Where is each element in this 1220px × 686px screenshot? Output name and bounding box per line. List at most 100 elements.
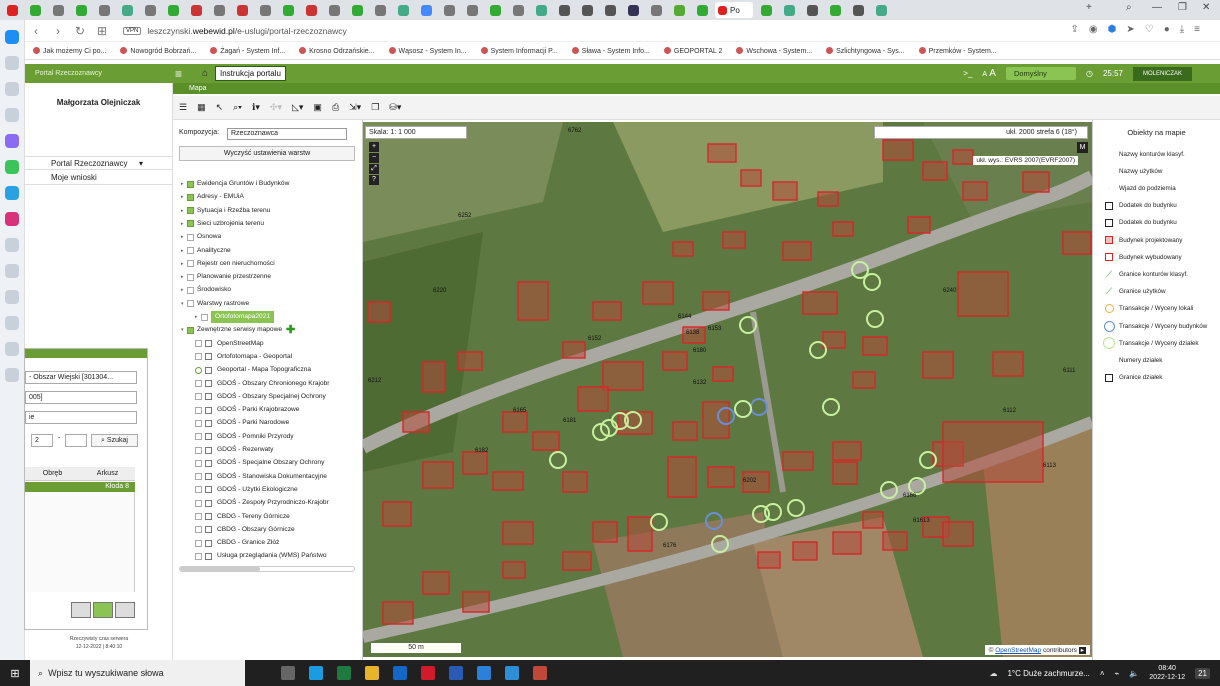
layer-visible-checkbox[interactable] <box>195 513 202 520</box>
menu-portal[interactable]: Portal Rzeczoznawcy ▾ <box>25 156 173 170</box>
print-icon[interactable]: ⎙ <box>332 102 339 113</box>
clear-layers-button[interactable]: Wyczyść ustawienia warstw <box>179 146 355 161</box>
layer-checkbox[interactable] <box>187 207 194 215</box>
layer-visible-checkbox[interactable] <box>195 486 202 494</box>
building[interactable] <box>617 411 653 435</box>
tab-globe-icon[interactable] <box>255 2 275 18</box>
new-tab-icon[interactable]: + <box>1086 2 1092 13</box>
back-icon[interactable]: ‹ <box>25 24 47 38</box>
layer-row-24[interactable]: GDOŚ - Zespoły Przyrodniczo-Krajobr <box>195 497 329 509</box>
bookmark-9[interactable]: Szlichtyngowa - Sys... <box>826 47 904 55</box>
tab-map-icon[interactable] <box>779 2 799 18</box>
opera-tab-icon[interactable] <box>2 2 22 18</box>
layer-checkbox[interactable] <box>205 499 212 507</box>
layer-visible-checkbox[interactable] <box>195 552 202 560</box>
layer-row-8[interactable]: ▸ Środowisko <box>181 284 231 296</box>
orthophoto-map[interactable]: 6762 6252 6220 6138 6153 6152 6144 6212 6132 6202… <box>363 122 1092 657</box>
col-arkusz[interactable]: Arkusz <box>80 467 135 480</box>
layer-checkbox[interactable] <box>205 393 212 401</box>
layer-checkbox[interactable] <box>205 419 212 427</box>
layer-checkbox[interactable] <box>187 247 194 254</box>
layer-row-12[interactable]: OpenStreetMap <box>195 338 264 350</box>
tab-map-icon[interactable] <box>485 2 505 18</box>
minimize-icon[interactable]: — <box>1152 2 1162 13</box>
layer-checkbox[interactable] <box>205 513 212 520</box>
excel-icon[interactable] <box>337 666 351 680</box>
bookmark-5[interactable]: System Informacji P... <box>481 47 558 55</box>
tab-portal-active[interactable]: Po <box>715 2 753 18</box>
layer-checkbox[interactable] <box>205 473 212 481</box>
edge-icon[interactable] <box>309 666 323 680</box>
layer-row-9[interactable]: ▾ Warstwy rastrowe <box>181 298 249 310</box>
tab-map-icon[interactable] <box>756 2 776 18</box>
tab-map-icon[interactable] <box>71 2 91 18</box>
building[interactable] <box>862 511 884 529</box>
building[interactable] <box>367 301 391 323</box>
building[interactable] <box>532 431 560 451</box>
bag-icon[interactable] <box>5 82 19 96</box>
layer-checkbox[interactable] <box>205 446 212 454</box>
building[interactable] <box>782 451 814 471</box>
tab-globe-icon[interactable] <box>646 2 666 18</box>
building[interactable] <box>952 149 974 165</box>
building[interactable] <box>942 521 974 547</box>
tab-map-icon[interactable] <box>278 2 298 18</box>
profile-select[interactable]: Domyślny <box>1005 67 1076 80</box>
layer-row-22[interactable]: GDOŚ - Stanowiska Dokumentacyjne <box>195 471 327 483</box>
building[interactable] <box>852 371 876 389</box>
menu-wnioski[interactable]: Moje wnioski <box>25 171 173 185</box>
heart-icon[interactable]: ♡ <box>1145 24 1154 35</box>
tab-map-icon[interactable] <box>531 2 551 18</box>
m-button[interactable]: M <box>1077 142 1088 153</box>
tab-green-icon[interactable] <box>669 2 689 18</box>
zoom-in-icon[interactable]: + <box>369 142 379 152</box>
building[interactable] <box>712 366 734 382</box>
tab-globe-icon[interactable] <box>370 2 390 18</box>
profile-icon[interactable]: ● <box>1164 24 1170 35</box>
layer-checkbox[interactable] <box>205 433 212 441</box>
layers-hscroll-thumb[interactable] <box>180 567 260 571</box>
layer-checkbox[interactable] <box>205 366 212 374</box>
building[interactable] <box>1022 171 1050 193</box>
tab-apple-icon[interactable] <box>554 2 574 18</box>
bookmark-6[interactable]: Sława - System Info... <box>572 47 650 55</box>
tab-globe-icon[interactable] <box>324 2 344 18</box>
layer-row-28[interactable]: Usługa przeglądania (WMS) Państwo <box>195 550 327 562</box>
layer-checkbox[interactable] <box>205 459 212 467</box>
image-icon[interactable]: ▣ <box>313 102 322 113</box>
tab-apple-icon[interactable] <box>577 2 597 18</box>
layer-checkbox[interactable] <box>187 220 194 228</box>
building[interactable] <box>667 456 697 498</box>
weather-text[interactable]: 1°C Duże zachmurze... <box>1007 669 1089 678</box>
building[interactable] <box>832 531 862 555</box>
search-icon[interactable]: ⌕▾ <box>233 102 242 113</box>
building[interactable] <box>382 601 414 625</box>
tab-globe-icon[interactable] <box>439 2 459 18</box>
layer-row-19[interactable]: GDOŚ - Pomniki Przyrody <box>195 431 294 443</box>
building[interactable] <box>672 241 694 257</box>
bookmark-4[interactable]: Wąsosz - System In... <box>389 47 467 55</box>
layer-checkbox[interactable] <box>201 313 208 321</box>
layer-checkbox[interactable] <box>187 286 194 294</box>
hamburger-icon[interactable]: ≡ <box>175 67 195 81</box>
building[interactable] <box>562 471 588 493</box>
result-row[interactable]: Kłoda 8 <box>25 482 135 492</box>
word-icon[interactable] <box>449 666 463 680</box>
building[interactable] <box>792 541 818 561</box>
send-icon[interactable] <box>5 264 19 278</box>
building[interactable] <box>907 216 931 234</box>
tabs-grid-icon[interactable]: ⊞ <box>91 24 113 38</box>
building[interactable] <box>402 411 430 433</box>
bookmark-10[interactable]: Przemków - System... <box>919 47 997 55</box>
layer-row-1[interactable]: ▸ Adresy - EMUiA <box>181 191 244 203</box>
tab-globe-icon[interactable] <box>48 2 68 18</box>
building[interactable] <box>862 336 888 356</box>
building[interactable] <box>672 421 698 441</box>
layer-visible-checkbox[interactable] <box>195 433 202 441</box>
bookmark-0[interactable]: Jak możemy Ci po... <box>33 47 106 55</box>
layer-row-0[interactable]: ▸ Ewidencja Gruntów i Budynków <box>181 178 289 190</box>
tab-map-icon[interactable] <box>163 2 183 18</box>
database-icon[interactable]: ⛁▾ <box>389 102 401 113</box>
messenger-icon[interactable] <box>5 134 19 148</box>
layer-checkbox[interactable] <box>187 180 194 188</box>
